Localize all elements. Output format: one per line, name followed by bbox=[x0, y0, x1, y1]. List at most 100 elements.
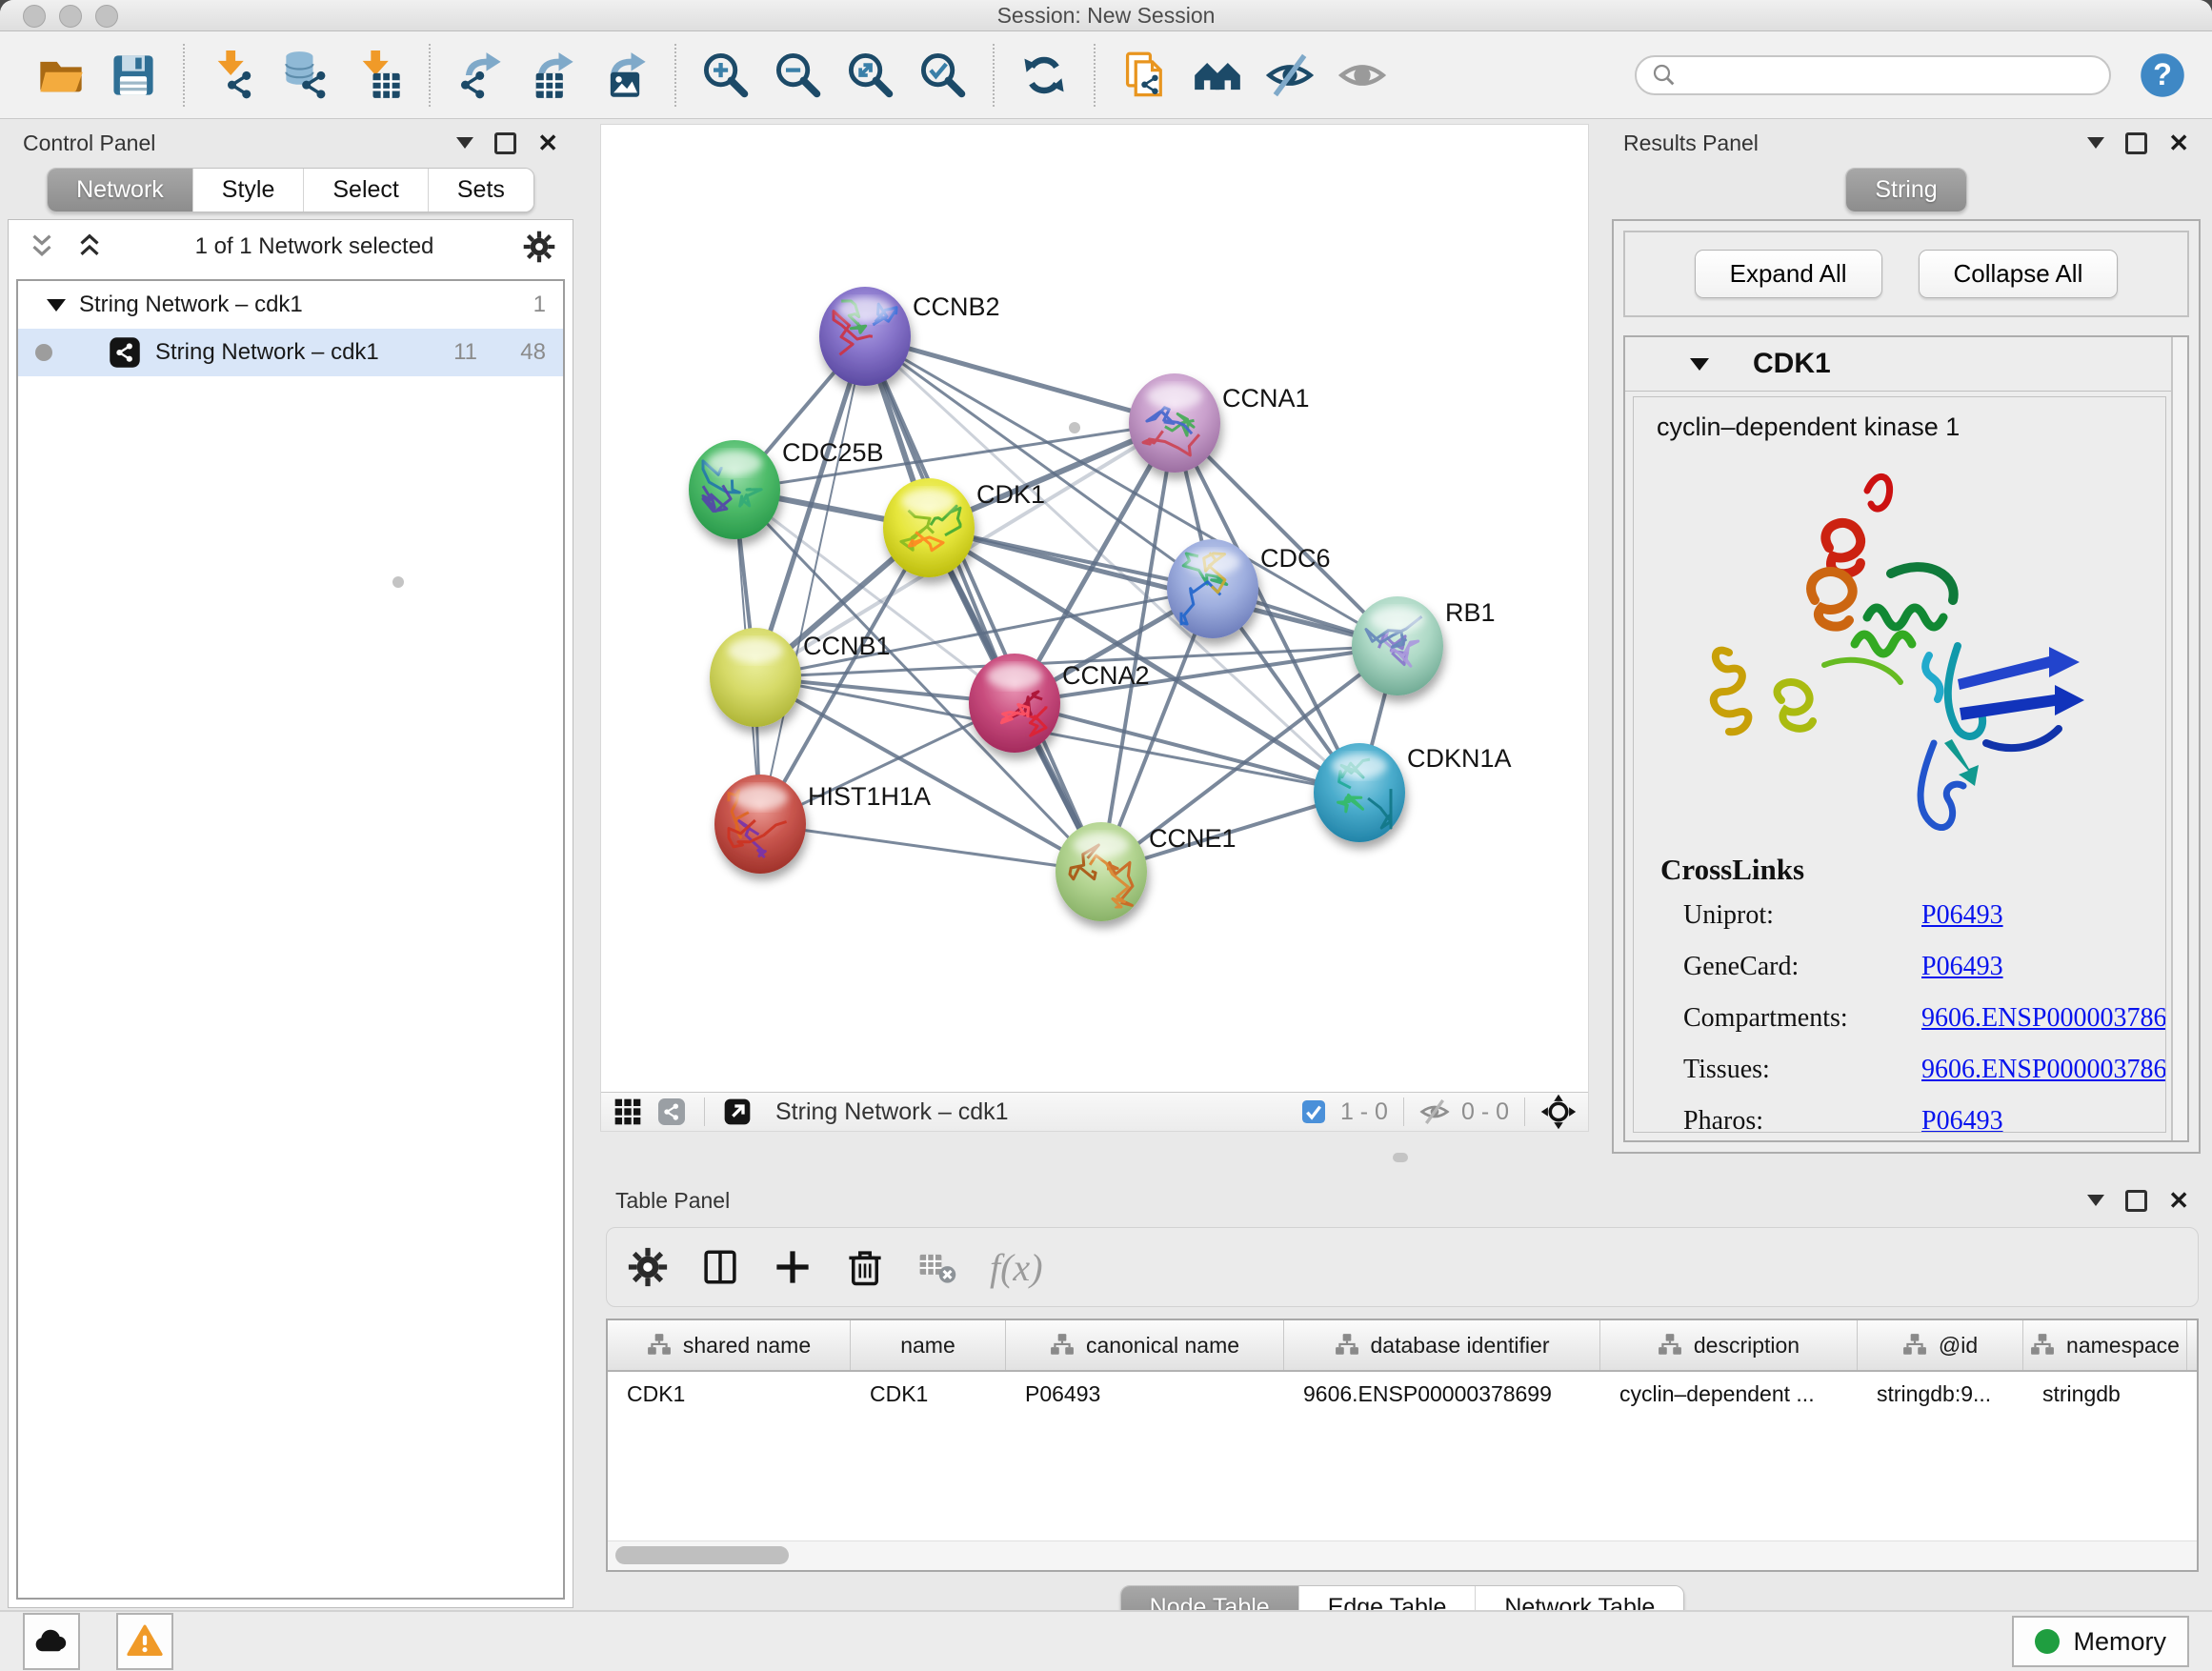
network-node-RB1[interactable]: RB1 bbox=[1352, 596, 1496, 695]
results-panel-menu-icon[interactable] bbox=[2087, 137, 2104, 149]
collapse-all-button[interactable]: Collapse All bbox=[1919, 250, 2119, 298]
string-badge-icon[interactable] bbox=[656, 1097, 687, 1127]
hide-selection-button[interactable] bbox=[1261, 45, 1318, 106]
control-panel-tab-style[interactable]: Style bbox=[192, 169, 304, 211]
table-row[interactable]: CDK1CDK1P064939606.ENSP00000378699cyclin… bbox=[608, 1372, 2197, 1416]
import-network-from-database-button[interactable] bbox=[278, 45, 335, 106]
control-panel-close-icon[interactable]: ✕ bbox=[537, 131, 558, 155]
network-node-HIST1H1A[interactable]: HIST1H1A bbox=[714, 775, 931, 874]
control-panel-menu-icon[interactable] bbox=[456, 137, 473, 149]
right-splitter-handle[interactable] bbox=[1069, 422, 1080, 433]
table-cell-description[interactable]: cyclin–dependent ... bbox=[1600, 1381, 1858, 1407]
collapse-all-networks-icon[interactable] bbox=[26, 231, 58, 263]
birdseye-grid-icon[interactable] bbox=[613, 1097, 643, 1127]
zoom-fit-content-button[interactable] bbox=[842, 45, 899, 106]
maximize-window-button[interactable] bbox=[95, 5, 118, 28]
network-node-CDKN1A[interactable]: CDKN1A bbox=[1314, 743, 1512, 842]
zoom-in-button[interactable] bbox=[697, 45, 754, 106]
hidden-eye-icon[interactable] bbox=[1419, 1097, 1450, 1127]
delete-column-icon[interactable] bbox=[845, 1247, 885, 1287]
table-horizontal-scrollbar[interactable] bbox=[608, 1540, 2197, 1570]
app-window: Session: New Session Control Panel ✕ Net… bbox=[0, 0, 2212, 1671]
crosslink-link[interactable]: 9606.ENSP00000378699 bbox=[1921, 1003, 2166, 1034]
results-panel-tab-string[interactable]: String bbox=[1846, 169, 1965, 211]
open-in-browser-icon[interactable] bbox=[722, 1097, 753, 1127]
node-label-HIST1H1A: HIST1H1A bbox=[808, 782, 931, 811]
collection-expander-icon[interactable] bbox=[47, 299, 66, 312]
protein-section-header[interactable]: CDK1 bbox=[1625, 337, 2187, 392]
close-window-button[interactable] bbox=[23, 5, 46, 28]
crosslink-link[interactable]: 9606.ENSP00000378699 bbox=[1921, 1055, 2166, 1085]
apply-preferred-layout-button[interactable] bbox=[1016, 45, 1073, 106]
table-cell-database-identifier[interactable]: 9606.ENSP00000378699 bbox=[1284, 1381, 1600, 1407]
expand-all-networks-icon[interactable] bbox=[73, 231, 106, 263]
table-cell-namespace[interactable]: stringdb bbox=[2023, 1381, 2187, 1407]
export-network-button[interactable] bbox=[452, 45, 509, 106]
export-table-button[interactable] bbox=[524, 45, 581, 106]
left-splitter-handle[interactable] bbox=[392, 576, 404, 588]
minimize-window-button[interactable] bbox=[59, 5, 82, 28]
crosslink-link[interactable]: P06493 bbox=[1921, 900, 2003, 931]
network-row[interactable]: String Network – cdk1 11 48 bbox=[18, 329, 563, 376]
protein-expander-icon[interactable] bbox=[1690, 358, 1709, 371]
control-panel-tab-network[interactable]: Network bbox=[48, 169, 192, 211]
memory-button[interactable]: Memory bbox=[2012, 1616, 2189, 1667]
cloud-status-button[interactable] bbox=[23, 1613, 80, 1670]
table-options-gear-icon[interactable] bbox=[628, 1247, 668, 1287]
selected-checkbox-icon[interactable] bbox=[1298, 1097, 1329, 1127]
table-cell-shared-name[interactable]: CDK1 bbox=[608, 1381, 851, 1407]
zoom-selected-button[interactable] bbox=[915, 45, 972, 106]
network-node-CCNA1[interactable]: CCNA1 bbox=[1129, 373, 1310, 473]
protein-name: CDK1 bbox=[1753, 348, 1831, 380]
results-scrollbar[interactable] bbox=[2171, 337, 2187, 1140]
column-header-@id[interactable]: @id bbox=[1858, 1320, 2023, 1370]
results-panel-tabs: String bbox=[1845, 168, 1966, 212]
table-cell-canonical-name[interactable]: P06493 bbox=[1006, 1381, 1284, 1407]
network-canvas[interactable]: CCNB2CCNA1CDC25BCDK1CDC6RB1CCNB1CCNA2CDK… bbox=[601, 125, 1588, 1093]
show-columns-icon[interactable] bbox=[700, 1247, 740, 1287]
search-box[interactable] bbox=[1635, 55, 2111, 95]
expand-all-button[interactable]: Expand All bbox=[1695, 250, 1882, 298]
add-column-icon[interactable] bbox=[773, 1247, 813, 1287]
export-image-button[interactable] bbox=[596, 45, 654, 106]
control-panel-tab-select[interactable]: Select bbox=[303, 169, 427, 211]
table-cell-name[interactable]: CDK1 bbox=[851, 1381, 1006, 1407]
column-header-namespace[interactable]: namespace bbox=[2023, 1320, 2187, 1370]
help-button[interactable] bbox=[2138, 50, 2187, 100]
network-node-CDC25B[interactable]: CDC25B bbox=[689, 438, 884, 539]
show-all-button[interactable] bbox=[1334, 45, 1391, 106]
crosslink-link[interactable]: P06493 bbox=[1921, 952, 2003, 982]
column-header-database-identifier[interactable]: database identifier bbox=[1284, 1320, 1600, 1370]
bottom-splitter-handle[interactable] bbox=[1393, 1153, 1408, 1162]
results-panel-close-icon[interactable]: ✕ bbox=[2168, 131, 2189, 155]
import-network-from-file-button[interactable] bbox=[206, 45, 263, 106]
first-neighbors-button[interactable] bbox=[1189, 45, 1246, 106]
column-header-canonical-name[interactable]: canonical name bbox=[1006, 1320, 1284, 1370]
column-header-name[interactable]: name bbox=[851, 1320, 1006, 1370]
network-panel-gear-icon[interactable] bbox=[523, 231, 555, 263]
new-network-from-selection-button[interactable] bbox=[1116, 45, 1174, 106]
import-table-from-file-button[interactable] bbox=[351, 45, 408, 106]
save-session-button[interactable] bbox=[105, 45, 162, 106]
column-header-description[interactable]: description bbox=[1600, 1320, 1858, 1370]
table-cell-@id[interactable]: stringdb:9... bbox=[1858, 1381, 2023, 1407]
network-collection-row[interactable]: String Network – cdk1 1 bbox=[18, 281, 563, 329]
warnings-button[interactable] bbox=[116, 1613, 173, 1670]
control-panel-float-icon[interactable] bbox=[494, 132, 516, 154]
export-table-icon bbox=[528, 50, 577, 100]
network-edge-HIST1H1A-CCNE1[interactable] bbox=[760, 824, 1101, 872]
table-panel-float-icon[interactable] bbox=[2125, 1190, 2147, 1212]
crosslink-link[interactable]: P06493 bbox=[1921, 1106, 2003, 1133]
column-header-shared-name[interactable]: shared name bbox=[608, 1320, 851, 1370]
search-input[interactable] bbox=[1679, 61, 2096, 90]
table-scrollbar-thumb[interactable] bbox=[615, 1546, 789, 1564]
results-panel-float-icon[interactable] bbox=[2125, 132, 2147, 154]
zoom-out-button[interactable] bbox=[770, 45, 827, 106]
open-session-button[interactable] bbox=[32, 45, 90, 106]
fit-selected-crosshair-icon[interactable] bbox=[1540, 1094, 1577, 1130]
network-node-CCNB2[interactable]: CCNB2 bbox=[819, 287, 1000, 386]
table-panel-close-icon[interactable]: ✕ bbox=[2168, 1188, 2189, 1213]
network-edge-CCNB2-HIST1H1A[interactable] bbox=[760, 336, 865, 824]
table-panel-menu-icon[interactable] bbox=[2087, 1195, 2104, 1206]
control-panel-tab-sets[interactable]: Sets bbox=[428, 169, 533, 211]
